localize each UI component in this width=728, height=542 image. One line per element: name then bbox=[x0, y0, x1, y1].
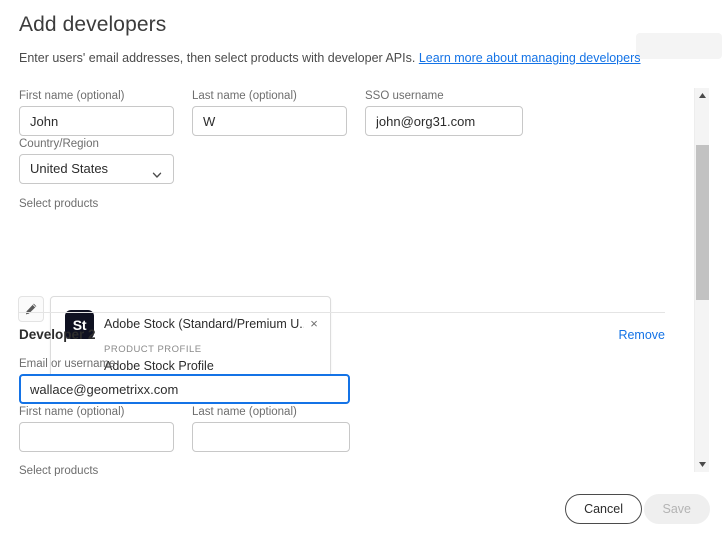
section-divider bbox=[19, 312, 665, 313]
ghost-placeholder bbox=[636, 33, 722, 59]
learn-more-link[interactable]: Learn more about managing developers bbox=[419, 51, 641, 65]
dev2-email-input[interactable] bbox=[19, 374, 350, 404]
dev1-last-name-input[interactable] bbox=[192, 106, 347, 136]
dev2-first-name-label: First name (optional) bbox=[19, 406, 125, 418]
edit-products-button[interactable] bbox=[18, 296, 44, 322]
dialog-footer: Cancel Save bbox=[0, 476, 728, 542]
dev1-sso-username-input[interactable] bbox=[365, 106, 523, 136]
developer-2-heading: Developer 2 bbox=[19, 327, 96, 342]
dev1-select-products-label: Select products bbox=[19, 198, 99, 210]
close-icon[interactable]: × bbox=[306, 315, 322, 331]
dev2-email-label: Email or username bbox=[19, 358, 116, 370]
dev1-first-name-label: First name (optional) bbox=[19, 90, 125, 102]
scrollbar-thumb[interactable] bbox=[696, 145, 709, 300]
product-profile-label: PRODUCT PROFILE bbox=[104, 344, 202, 355]
dev1-sso-username-label: SSO username bbox=[365, 90, 444, 102]
remove-developer-2-link[interactable]: Remove bbox=[618, 328, 665, 342]
dev1-last-name-label: Last name (optional) bbox=[192, 90, 297, 102]
dev1-country-select[interactable]: United States bbox=[19, 154, 174, 184]
pencil-icon bbox=[25, 303, 37, 315]
page-title: Add developers bbox=[19, 13, 167, 36]
form-scroll-area[interactable]: First name (optional) Last name (optiona… bbox=[0, 84, 690, 476]
scroll-down-arrow-icon[interactable] bbox=[695, 457, 710, 472]
cancel-button[interactable]: Cancel bbox=[565, 494, 642, 524]
product-name: Adobe Stock (Standard/Premium U... bbox=[104, 317, 304, 331]
dev1-country-label: Country/Region bbox=[19, 138, 99, 150]
dev1-country-value: United States bbox=[30, 161, 109, 176]
product-profile-value: Adobe Stock Profile bbox=[104, 359, 214, 373]
dev2-first-name-input[interactable] bbox=[19, 422, 174, 452]
dev1-first-name-input[interactable] bbox=[19, 106, 174, 136]
page-subtitle: Enter users' email addresses, then selec… bbox=[19, 51, 641, 65]
vertical-scrollbar[interactable] bbox=[694, 88, 709, 472]
save-button[interactable]: Save bbox=[643, 494, 710, 524]
page-subtitle-text: Enter users' email addresses, then selec… bbox=[19, 51, 416, 65]
dev2-last-name-label: Last name (optional) bbox=[192, 406, 297, 418]
add-developers-dialog: Add developers Enter users' email addres… bbox=[0, 0, 728, 542]
chevron-down-icon bbox=[151, 163, 163, 178]
dev2-last-name-input[interactable] bbox=[192, 422, 350, 452]
scroll-up-arrow-icon[interactable] bbox=[695, 88, 710, 103]
form-content: First name (optional) Last name (optiona… bbox=[0, 84, 690, 476]
dev2-select-products-label: Select products bbox=[19, 465, 99, 476]
